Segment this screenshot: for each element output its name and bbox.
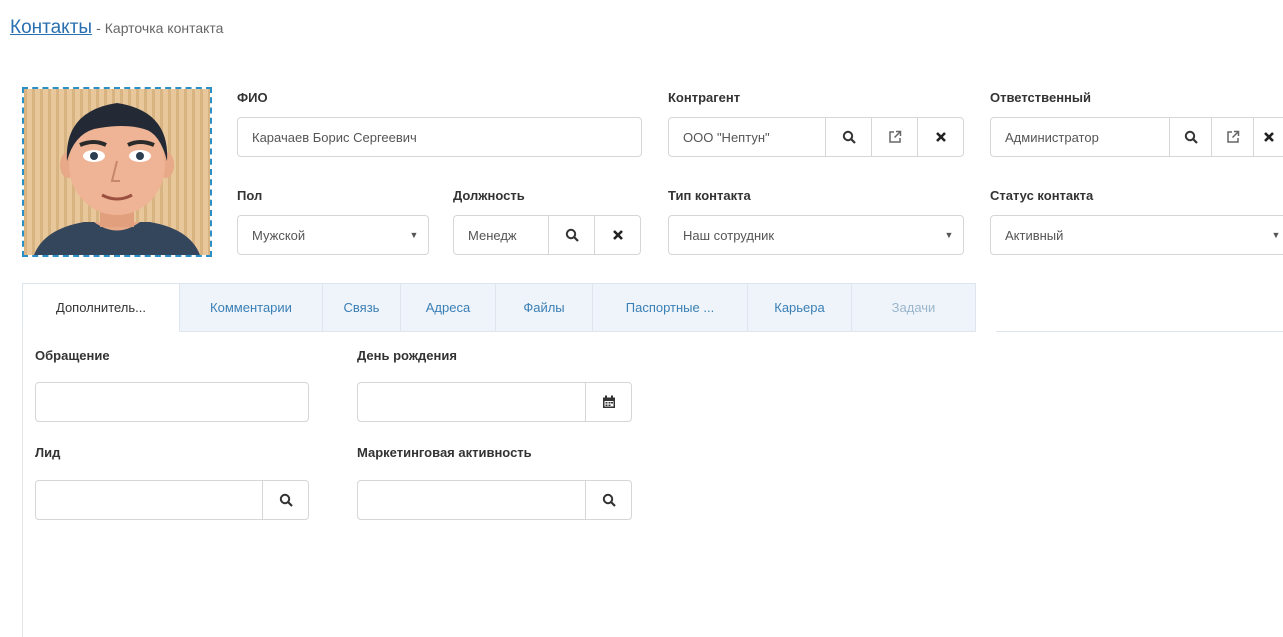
responsible-label: Ответственный [990, 90, 1091, 105]
tab-tasks[interactable]: Задачи [852, 283, 976, 332]
counterparty-label: Контрагент [668, 90, 741, 105]
marketing-field[interactable] [357, 480, 632, 520]
tab-passport[interactable]: Паспортные ... [593, 283, 748, 332]
search-icon [1184, 130, 1198, 144]
fio-label: ФИО [237, 90, 268, 105]
external-link-icon [1226, 130, 1239, 143]
external-link-icon [888, 130, 901, 143]
close-icon [612, 230, 623, 240]
salutation-field[interactable] [35, 382, 309, 422]
caret-down-icon: ▼ [1271, 230, 1281, 240]
panel-border [22, 331, 23, 637]
caret-down-icon: ▼ [409, 230, 419, 240]
fio-field[interactable]: Карачаев Борис Сергеевич [237, 117, 642, 157]
lead-label: Лид [35, 445, 61, 460]
position-search-button[interactable] [548, 216, 594, 254]
responsible-value: Администратор [1005, 129, 1099, 145]
contact-type-value: Наш сотрудник [683, 227, 775, 243]
tab-label: Файлы [523, 300, 565, 315]
tab-label: Комментарии [210, 300, 292, 315]
tab-label: Адреса [425, 300, 471, 315]
lead-search-button[interactable] [262, 481, 308, 519]
tab-bar: Дополнитель... Комментарии Связь Адреса … [22, 283, 976, 332]
tab-communication[interactable]: Связь [323, 283, 401, 332]
tab-label: Карьера [774, 300, 825, 315]
tab-baseline [996, 331, 1283, 332]
contact-status-select[interactable]: Активный ▼ [990, 215, 1283, 255]
counterparty-value: ООО "Нептун" [683, 129, 770, 145]
contact-type-select[interactable]: Наш сотрудник ▼ [668, 215, 964, 255]
contact-status-label: Статус контакта [990, 188, 1094, 203]
salutation-label: Обращение [35, 348, 110, 363]
contact-status-value: Активный [1005, 227, 1064, 243]
gender-select[interactable]: Мужской ▼ [237, 215, 429, 255]
tab-label: Связь [343, 300, 380, 315]
position-clear-button[interactable] [594, 216, 640, 254]
birthday-calendar-button[interactable] [585, 383, 631, 421]
contact-type-label: Тип контакта [668, 188, 751, 203]
search-icon [565, 228, 579, 242]
counterparty-search-button[interactable] [825, 118, 871, 156]
responsible-search-button[interactable] [1169, 118, 1211, 156]
tab-files[interactable]: Файлы [496, 283, 593, 332]
tab-additional[interactable]: Дополнитель... [22, 283, 180, 332]
tab-label: Дополнитель... [56, 300, 146, 315]
tab-career[interactable]: Карьера [748, 283, 852, 332]
position-field[interactable]: Менедж [453, 215, 641, 255]
responsible-clear-button[interactable] [1253, 118, 1283, 156]
responsible-field[interactable]: Администратор [990, 117, 1283, 157]
close-icon [1263, 132, 1274, 142]
gender-value: Мужской [252, 227, 306, 243]
avatar [24, 89, 210, 255]
breadcrumb: Контакты - Карточка контакта [10, 17, 223, 39]
position-value: Менедж [468, 227, 517, 243]
counterparty-field[interactable]: ООО "Нептун" [668, 117, 964, 157]
responsible-open-button[interactable] [1211, 118, 1253, 156]
caret-down-icon: ▼ [944, 230, 954, 240]
fio-value: Карачаев Борис Сергеевич [252, 129, 417, 145]
counterparty-clear-button[interactable] [917, 118, 963, 156]
gender-label: Пол [237, 188, 263, 203]
position-label: Должность [453, 188, 525, 203]
search-icon [279, 493, 293, 507]
tab-comments[interactable]: Комментарии [180, 283, 323, 332]
breadcrumb-current: Карточка контакта [104, 20, 224, 36]
tab-label: Задачи [891, 300, 936, 315]
contact-photo[interactable] [22, 87, 212, 257]
counterparty-open-button[interactable] [871, 118, 917, 156]
marketing-search-button[interactable] [585, 481, 631, 519]
lead-field[interactable] [35, 480, 309, 520]
marketing-label: Маркетинговая активность [357, 445, 532, 460]
birthday-field[interactable] [357, 382, 632, 422]
calendar-icon [602, 395, 615, 408]
birthday-label: День рождения [357, 348, 457, 363]
close-icon [935, 132, 946, 142]
search-icon [602, 493, 616, 507]
search-icon [842, 130, 856, 144]
tab-addresses[interactable]: Адреса [401, 283, 496, 332]
breadcrumb-contacts-link[interactable]: Контакты [10, 17, 92, 39]
breadcrumb-separator: - [96, 20, 101, 36]
tab-label: Паспортные ... [625, 300, 715, 315]
